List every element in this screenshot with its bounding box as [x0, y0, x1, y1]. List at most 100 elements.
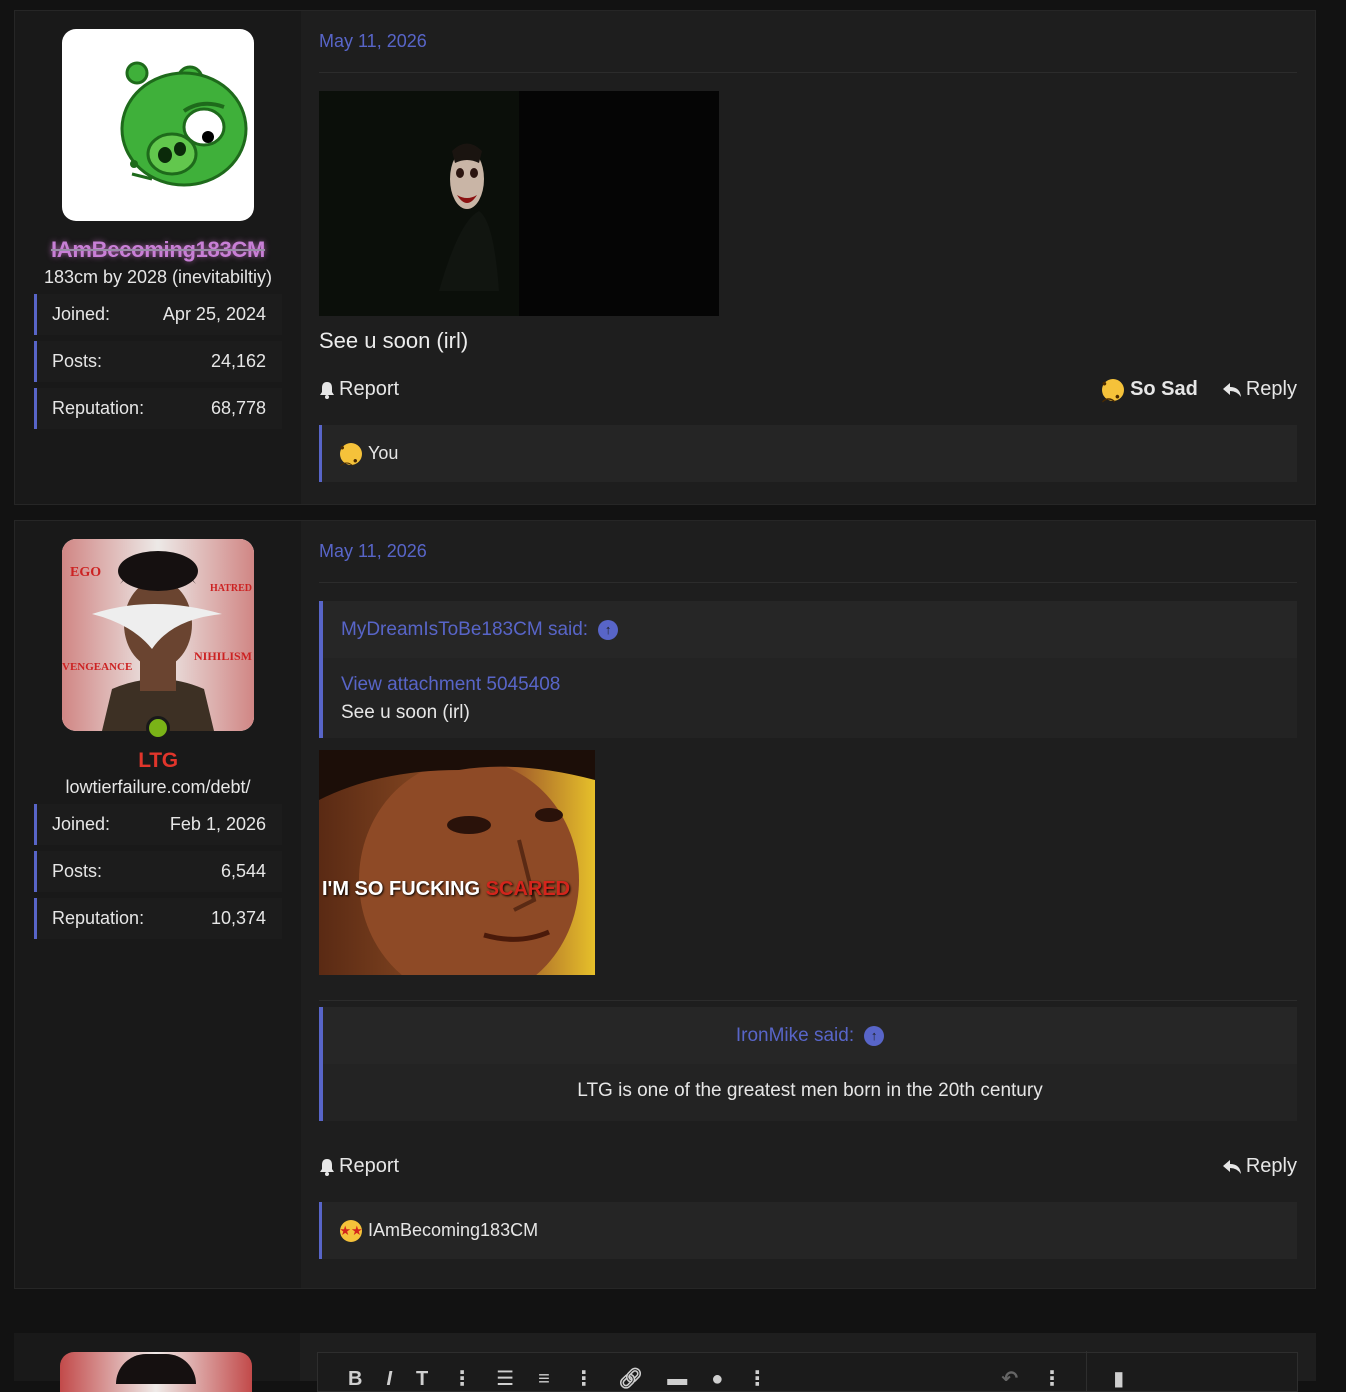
more-options-icon[interactable]: ⋮	[574, 1366, 594, 1391]
quote-header[interactable]: IronMike said: ↑	[323, 1007, 1297, 1064]
align-icon[interactable]: ≡	[538, 1368, 550, 1391]
stat-reputation: Reputation: 10,374	[34, 898, 282, 939]
text-size-icon[interactable]: T	[416, 1368, 428, 1391]
bell-icon	[320, 1158, 334, 1176]
more-options-icon[interactable]: ⋮	[452, 1366, 472, 1391]
avatar[interactable]	[60, 1352, 252, 1392]
post-1: IAmBecoming183CM 183cm by 2028 (inevitab…	[14, 10, 1316, 505]
avatar-word: EGO	[70, 565, 102, 580]
sad-face-icon: •︵•	[340, 441, 362, 467]
reply-button[interactable]: Reply	[1222, 378, 1297, 401]
stat-value: 68,778	[210, 398, 266, 418]
stat-label: Reputation:	[52, 908, 145, 928]
list-icon[interactable]: ☰	[496, 1366, 514, 1391]
username[interactable]: IAmBecoming183CM	[51, 237, 265, 263]
post-actions: Report •︵• So Sad Reply	[319, 377, 1297, 403]
reply-label: Reply	[1245, 1155, 1297, 1177]
quote-author[interactable]: IronMike said:	[736, 1025, 854, 1047]
stat-joined: Joined: Feb 1, 2026	[34, 804, 282, 845]
user-panel: IAmBecoming183CM 183cm by 2028 (inevitab…	[15, 11, 315, 504]
more-options-icon[interactable]: ⋮	[747, 1366, 767, 1391]
stat-value: 24,162	[210, 351, 266, 371]
avatar-hair	[116, 1354, 196, 1384]
stat-value: 6,544	[220, 861, 266, 881]
caption-part-red: SCARED	[485, 878, 571, 900]
pig-avatar-icon	[120, 61, 248, 187]
avatar-word: NIHILISM	[193, 649, 252, 663]
emoji-icon[interactable]: ●	[711, 1368, 723, 1391]
stat-posts: Posts: 24,162	[34, 341, 282, 382]
arrow-up-icon[interactable]: ↑	[598, 619, 619, 640]
arrow-up-icon[interactable]: ↑	[864, 1025, 885, 1046]
star-eyes-icon: ★★	[339, 1219, 363, 1242]
stat-label: Posts:	[52, 861, 103, 881]
image-caption: I'M SO FUCKING SCARED	[322, 878, 570, 901]
stat-value: Apr 25, 2024	[162, 304, 266, 324]
avatar[interactable]	[62, 29, 254, 221]
editor-toolbar: B I T ⋮ ☰ ≡ ⋮ 🔗︎ ▬ ● ⋮ ↶ ⋮ ▮	[317, 1351, 1298, 1392]
avatar-word: HATRED	[209, 583, 252, 594]
reactions-bar[interactable]: •︵• You	[319, 425, 1297, 482]
post-2: EGO HATRED NIHILISM VENGEANCE LTG lowtie…	[14, 520, 1316, 1289]
stat-value: 10,374	[210, 908, 266, 928]
report-button[interactable]: Report	[319, 1155, 399, 1178]
reactions-bar[interactable]: ★★ IAmBecoming183CM	[319, 1202, 1297, 1259]
reply-button[interactable]: Reply	[1222, 1155, 1297, 1178]
online-status-icon	[146, 716, 170, 740]
post-content: May 11, 2026 MyDreamIsToBe183CM said: ↑ …	[301, 521, 1315, 1288]
more-options-icon[interactable]: ⋮	[1042, 1366, 1062, 1391]
avatar-word: VENGEANCE	[62, 661, 133, 673]
user-panel: EGO HATRED NIHILISM VENGEANCE LTG lowtie…	[15, 521, 315, 1288]
reply-label: Reply	[1245, 378, 1297, 400]
reply-icon	[1222, 382, 1241, 397]
drafts-icon[interactable]: ▮	[1113, 1366, 1124, 1391]
quote-text: See u soon (irl)	[341, 702, 470, 723]
report-label: Report	[339, 378, 400, 400]
post-date[interactable]: May 11, 2026	[319, 11, 1297, 73]
stat-reputation: Reputation: 68,778	[34, 388, 282, 429]
attached-image[interactable]	[319, 91, 719, 316]
report-button[interactable]: Report	[319, 378, 399, 401]
post-content: May 11, 2026 See u soon (irl) Report •︵•…	[301, 11, 1315, 504]
quote-block: MyDreamIsToBe183CM said: ↑ View attachme…	[319, 601, 1297, 738]
toolbar-divider	[1086, 1351, 1088, 1391]
stat-label: Reputation:	[52, 398, 145, 418]
quote-block: IronMike said: ↑ LTG is one of the great…	[319, 1007, 1297, 1121]
quote-header[interactable]: MyDreamIsToBe183CM said: ↑	[323, 601, 1297, 658]
quote-text: LTG is one of the greatest men born in t…	[577, 1080, 1043, 1101]
reply-icon	[1222, 1159, 1241, 1174]
reactions-users[interactable]: You	[368, 443, 398, 464]
quote-body: View attachment 5045408 See u soon (irl)	[323, 658, 1297, 738]
divider	[319, 1000, 1297, 1001]
attached-image[interactable]: I'M SO FUCKING SCARED	[319, 750, 595, 975]
quote-author[interactable]: MyDreamIsToBe183CM said:	[341, 619, 588, 641]
reaction-button[interactable]: •︵• So Sad	[1102, 377, 1198, 403]
image-icon[interactable]: ▬	[667, 1368, 687, 1391]
username[interactable]: LTG	[138, 749, 178, 773]
user-stats: Joined: Apr 25, 2024 Posts: 24,162 Reputat…	[34, 294, 282, 435]
undo-icon[interactable]: ↶	[1001, 1366, 1018, 1391]
reactions-users[interactable]: IAmBecoming183CM	[368, 1220, 538, 1241]
bold-icon[interactable]: B	[348, 1368, 362, 1391]
crying-man-image	[319, 750, 595, 975]
user-stats: Joined: Feb 1, 2026 Posts: 6,544 Reputatio…	[34, 804, 282, 945]
sad-face-icon: •︵•	[1102, 377, 1125, 403]
caption-part: I'M SO FUCKING	[322, 878, 486, 900]
post-date[interactable]: May 11, 2026	[319, 521, 1297, 583]
user-title: 183cm by 2028 (inevitabiltiy)	[43, 267, 273, 287]
reaction-label: So Sad	[1130, 378, 1198, 400]
avatar[interactable]: EGO HATRED NIHILISM VENGEANCE	[62, 539, 254, 740]
stat-label: Joined:	[52, 814, 111, 834]
stat-joined: Joined: Apr 25, 2024	[34, 294, 282, 335]
post-text: See u soon (irl)	[319, 328, 469, 353]
attachment-link[interactable]: View attachment 5045408	[341, 674, 1279, 696]
report-label: Report	[339, 1155, 400, 1177]
dark-figure-image	[319, 91, 719, 316]
italic-icon[interactable]: I	[386, 1368, 392, 1391]
stat-label: Joined:	[52, 304, 111, 324]
link-icon[interactable]: 🔗︎	[618, 1366, 643, 1391]
post-actions: Report Reply	[319, 1155, 1297, 1178]
reply-user-panel	[14, 1333, 300, 1392]
bell-icon	[320, 381, 334, 399]
user-title: lowtierfailure.com/debt/	[65, 777, 251, 797]
